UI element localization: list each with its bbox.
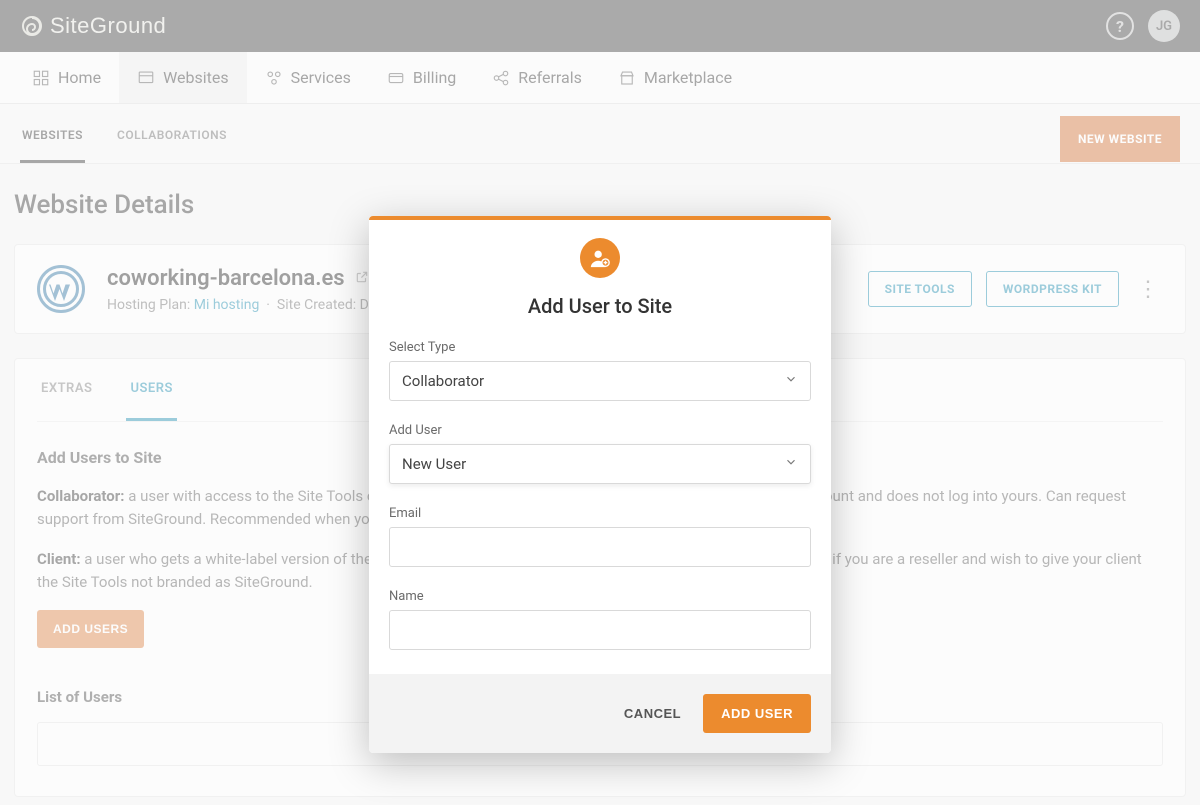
add-user-label: Add User [389, 423, 811, 438]
name-label: Name [389, 589, 811, 604]
chevron-down-icon [784, 455, 798, 473]
modal-body: Add User to Site Select Type Collaborato… [369, 220, 831, 674]
chevron-down-icon [784, 372, 798, 390]
add-user-modal: Add User to Site Select Type Collaborato… [369, 216, 831, 753]
add-user-submit-button[interactable]: ADD USER [703, 694, 811, 733]
add-user-icon [580, 238, 620, 278]
cancel-button[interactable]: CANCEL [624, 706, 681, 721]
email-field[interactable] [389, 527, 811, 567]
add-user-dropdown[interactable]: New User [389, 444, 811, 484]
select-type-dropdown[interactable]: Collaborator [389, 361, 811, 401]
modal-title: Add User to Site [389, 294, 811, 318]
email-label: Email [389, 506, 811, 521]
add-user-value: New User [402, 455, 466, 473]
modal-footer: CANCEL ADD USER [369, 674, 831, 753]
select-type-label: Select Type [389, 340, 811, 355]
select-type-value: Collaborator [402, 372, 484, 390]
name-field[interactable] [389, 610, 811, 650]
